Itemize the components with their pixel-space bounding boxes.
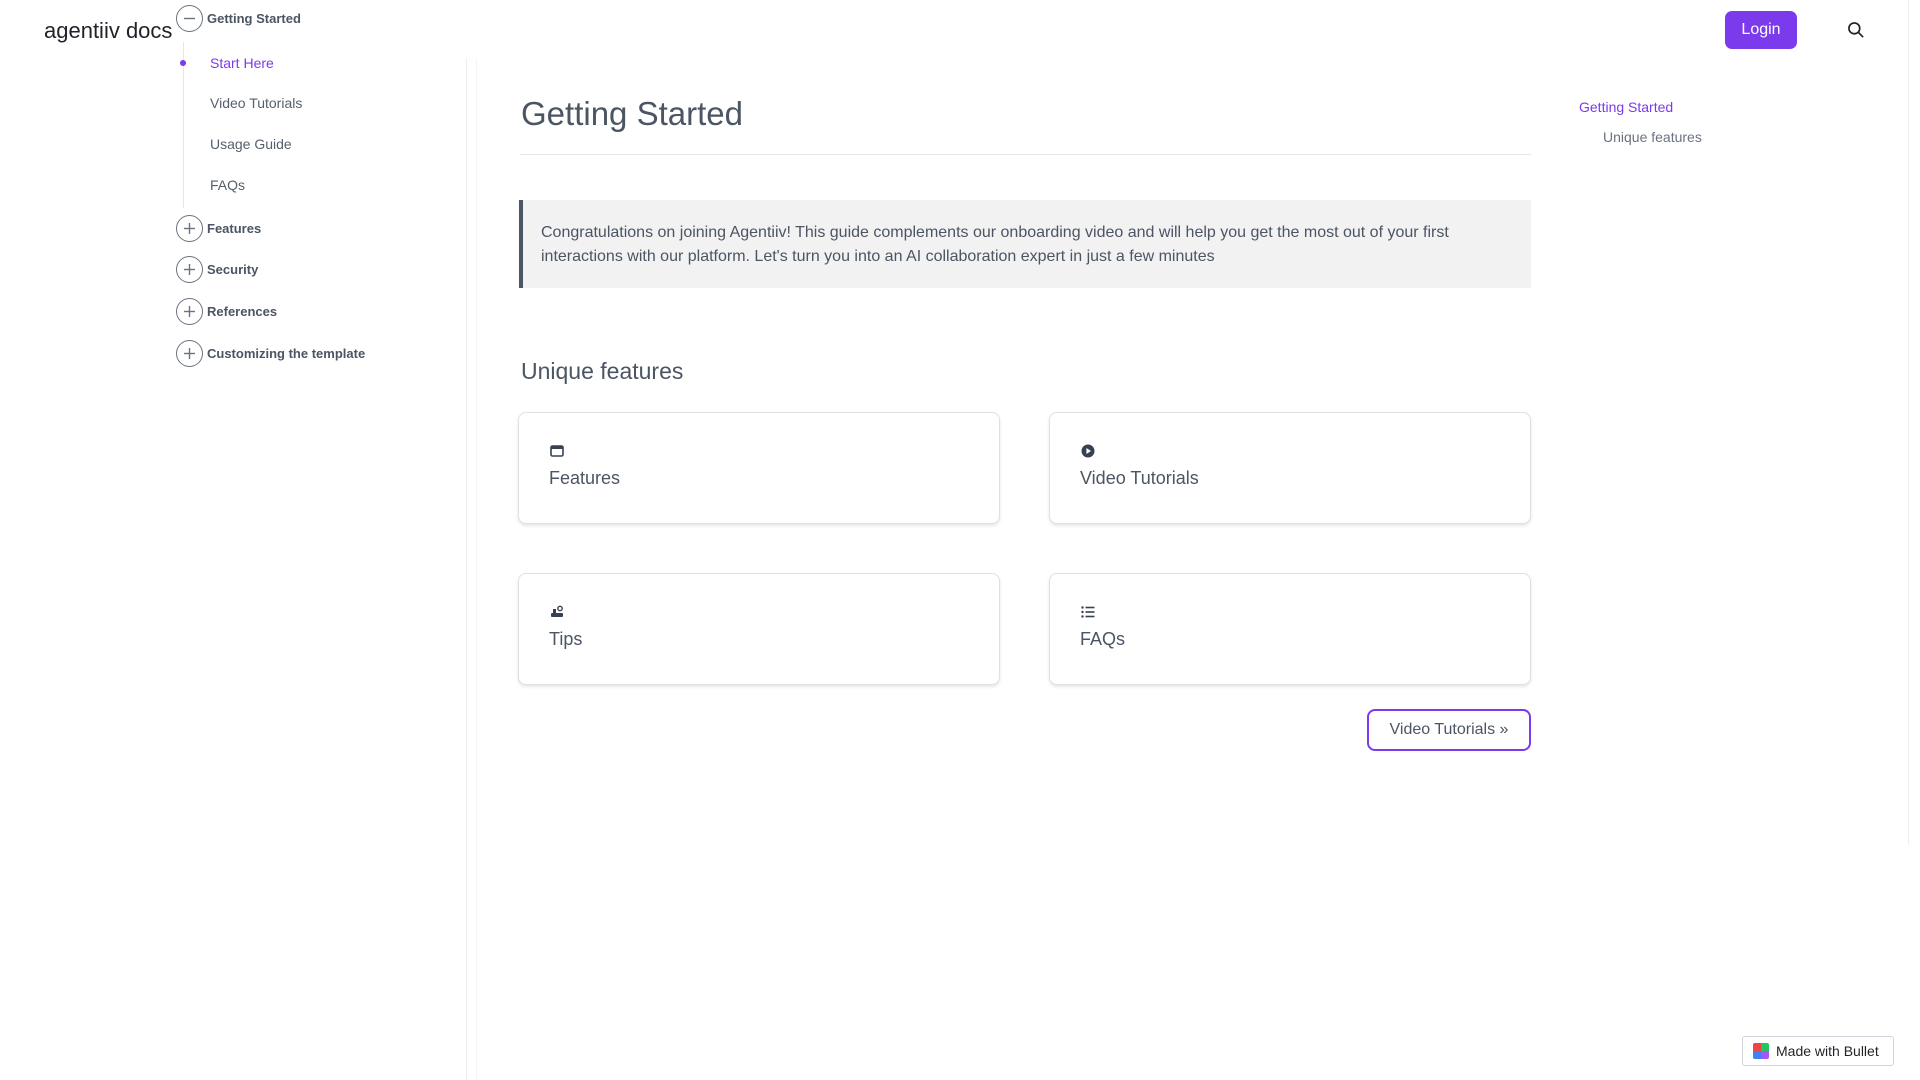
scrollbar-track[interactable] — [1908, 0, 1909, 845]
sidebar-group-label: Customizing the template — [207, 346, 366, 361]
plus-icon[interactable] — [176, 340, 203, 367]
login-button[interactable]: Login — [1725, 11, 1797, 49]
plus-icon[interactable] — [176, 215, 203, 242]
plus-icon[interactable] — [176, 256, 203, 283]
sidebar-divider — [466, 58, 467, 1080]
badge-label: Made with Bullet — [1776, 1043, 1879, 1059]
toc-item-getting-started[interactable]: Getting Started — [1579, 99, 1673, 115]
sidebar-item-usage-guide[interactable]: Usage Guide — [210, 136, 292, 152]
plus-icon[interactable] — [176, 298, 203, 325]
minus-icon[interactable] — [176, 5, 203, 32]
site-title[interactable]: agentiiv docs — [44, 18, 172, 44]
play-circle-icon — [1081, 444, 1095, 458]
toc-item-unique-features[interactable]: Unique features — [1603, 129, 1702, 145]
search-button[interactable] — [1844, 19, 1868, 43]
sidebar-group-label: Features — [207, 221, 262, 236]
sidebar-item-start-here[interactable]: Start Here — [210, 55, 274, 71]
window-icon — [550, 445, 564, 457]
sidebar-item-video-tutorials[interactable]: Video Tutorials — [210, 95, 302, 111]
tips-icon — [551, 605, 563, 617]
intro-callout: Congratulations on joining Agentiiv! Thi… — [519, 200, 1531, 288]
sidebar-group-label: References — [207, 304, 278, 319]
card-label: Features — [549, 468, 621, 488]
sidebar-group-label: Security — [207, 262, 259, 277]
sidebar-item-faqs[interactable]: FAQs — [210, 177, 245, 193]
title-divider — [520, 154, 1531, 155]
next-page-button[interactable]: Video Tutorials » — [1367, 709, 1531, 751]
sidebar-group-label: Getting Started — [207, 11, 301, 26]
list-icon — [1081, 606, 1095, 618]
made-with-bullet-badge[interactable]: Made with Bullet — [1742, 1036, 1894, 1066]
sidebar-group-security[interactable]: Security — [176, 256, 258, 283]
card-video-tutorials[interactable]: Video Tutorials — [1049, 412, 1531, 524]
subnav-rail — [183, 42, 184, 208]
page-title: Getting Started — [521, 95, 743, 132]
section-title: Unique features — [521, 358, 684, 384]
sidebar-group-customizing[interactable]: Customizing the template — [176, 340, 365, 367]
card-label: Tips — [549, 629, 583, 649]
card-features[interactable]: Features — [518, 412, 1000, 524]
card-faqs[interactable]: FAQs — [1049, 573, 1531, 685]
card-label: FAQs — [1080, 629, 1126, 649]
search-icon — [1848, 21, 1864, 38]
content-divider — [476, 58, 477, 1080]
sidebar-group-getting-started[interactable]: Getting Started — [176, 5, 301, 32]
active-indicator — [180, 60, 186, 66]
card-label: Video Tutorials — [1080, 468, 1199, 488]
card-tips[interactable]: Tips — [518, 573, 1000, 685]
sidebar-group-features[interactable]: Features — [176, 215, 261, 242]
sidebar-group-references[interactable]: References — [176, 298, 277, 325]
bullet-logo-icon — [1753, 1043, 1769, 1059]
